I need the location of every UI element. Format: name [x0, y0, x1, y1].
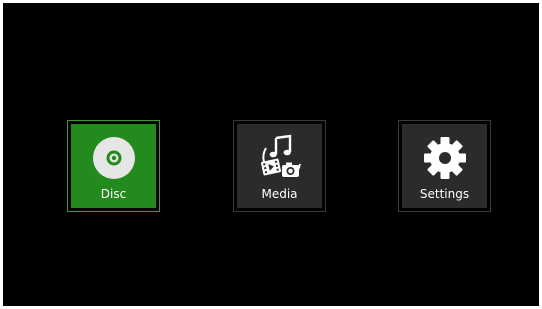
disc-icon: [90, 134, 138, 182]
media-tile[interactable]: Media: [233, 120, 326, 212]
disc-tile[interactable]: Disc: [67, 120, 160, 212]
media-icon: [256, 134, 304, 182]
media-label: Media: [261, 187, 298, 201]
disc-tile-body[interactable]: Disc: [71, 124, 156, 208]
settings-tile[interactable]: Settings: [398, 120, 491, 212]
disc-label: Disc: [100, 187, 127, 201]
gear-icon: [421, 134, 469, 182]
settings-label: Settings: [419, 187, 470, 201]
settings-tile-body[interactable]: Settings: [402, 124, 487, 208]
media-tile-body[interactable]: Media: [237, 124, 322, 208]
home-screen: Disc Media Settings: [3, 3, 539, 306]
